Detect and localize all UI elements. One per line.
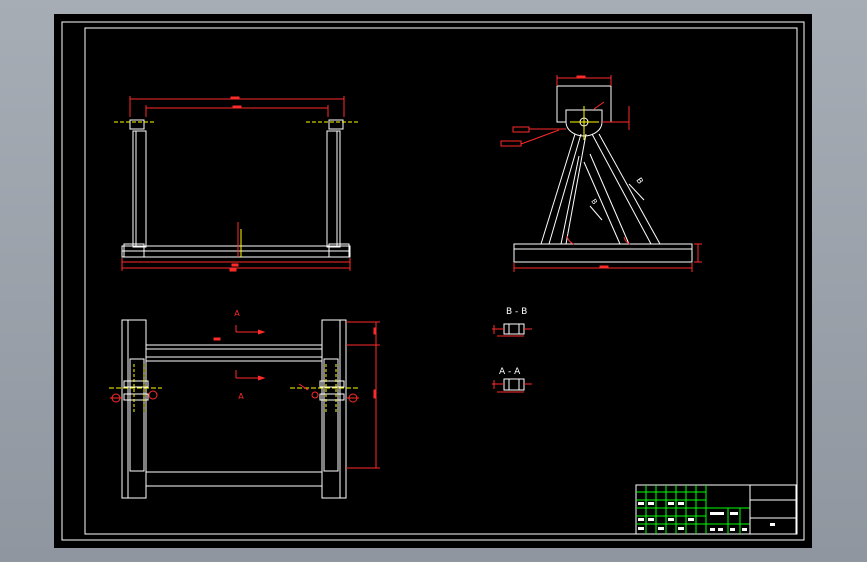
section-bb: B - B (492, 307, 532, 337)
section-bb-label: B - B (506, 307, 527, 317)
cad-viewport[interactable]: B B A A B - B A - A (0, 0, 867, 562)
side-view-arrow-label: B (634, 176, 645, 186)
drawing-sheet: B B A A B - B A - A (54, 14, 812, 548)
drawing-canvas: B B A A B - B A - A (61, 21, 805, 541)
section-aa: A - A (492, 367, 532, 393)
side-view: B B (500, 75, 702, 272)
plan-cut-label-bottom: A (238, 392, 244, 401)
section-aa-label: A - A (499, 367, 521, 377)
plan-view: A A (109, 309, 380, 499)
title-block (635, 484, 797, 535)
front-view (114, 96, 359, 272)
inner-border (84, 27, 798, 535)
plan-cut-label-top: A (234, 309, 240, 318)
side-view-arrow-label-2: B (589, 198, 598, 207)
outer-border (61, 21, 805, 541)
